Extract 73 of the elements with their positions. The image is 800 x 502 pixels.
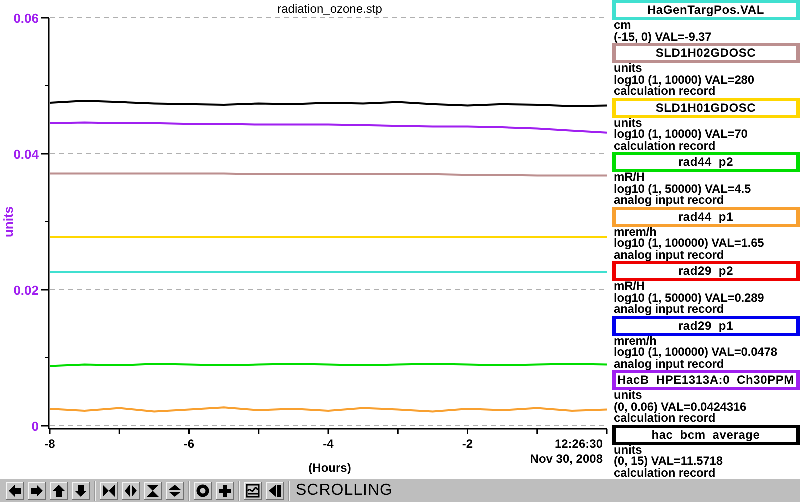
legend-range: log10 (1, 100000) VAL=0.0478 <box>613 347 778 358</box>
legend-units: mrem/h <box>613 336 657 347</box>
circle-button[interactable] <box>194 482 212 500</box>
x-tick-label: -2 <box>462 437 474 451</box>
timestamp-date: Nov 30, 2008 <box>530 452 603 466</box>
vertical-diamond-icon <box>168 484 182 498</box>
legend-range: (-15, 0) VAL=-9.37 <box>613 32 713 43</box>
x-tick-label: -4 <box>323 437 334 451</box>
legend-record-type: calculation record <box>613 413 716 424</box>
status-label: SCROLLING <box>296 482 393 500</box>
y-axis-label: units <box>1 206 16 238</box>
legend-range: log10 (1, 10000) VAL=70 <box>613 129 749 140</box>
legend-units: mrem/h <box>613 226 657 238</box>
legend-record-type: calculation record <box>613 140 717 152</box>
hourglass-icon <box>146 484 160 498</box>
arrow-up-icon <box>52 484 66 498</box>
legend-units: mR/H <box>613 281 646 292</box>
arrow-right-icon <box>30 484 44 498</box>
circle-icon <box>196 484 210 498</box>
legend-range: log10 (1, 50000) VAL=4.5 <box>613 184 752 195</box>
legend-name[interactable]: SLD1H01GDOSC <box>612 98 800 118</box>
legend-units: units <box>613 63 644 74</box>
legend-record-type: analog input record <box>613 250 726 261</box>
legend-name[interactable]: rad29_p1 <box>612 316 800 336</box>
legend-name[interactable]: rad29_p2 <box>612 261 800 281</box>
legend-name[interactable]: rad44_p2 <box>612 152 800 172</box>
y-tick-label: 0.02 <box>14 283 39 298</box>
arrow-up-button[interactable] <box>50 482 68 500</box>
graph-icon <box>246 484 260 498</box>
legend-name[interactable]: hac_bcm_average <box>612 424 800 444</box>
legend-units: cm <box>613 20 632 32</box>
split-diamond-button[interactable] <box>122 482 140 500</box>
legend-record-type: calculation record <box>613 468 717 479</box>
legend-range: (0, 0.06) VAL=0.0424316 <box>613 402 748 413</box>
hourglass-button[interactable] <box>144 482 162 500</box>
arrow-right-button[interactable] <box>28 482 46 500</box>
x-axis-label: (Hours) <box>308 461 352 475</box>
legend-record-type: analog input record <box>613 358 726 370</box>
vertical-diamond-button[interactable] <box>166 482 184 500</box>
legend-range: log10 (1, 10000) VAL=280 <box>613 74 756 86</box>
legend-units: units <box>613 390 644 402</box>
graph-button[interactable] <box>244 482 262 500</box>
timestamp-time: 12:26:30 <box>554 437 603 451</box>
legend-name[interactable]: SLD1H02GDOSC <box>612 43 800 63</box>
legend-range: log10 (1, 50000) VAL=0.289 <box>613 292 766 304</box>
legend-record-type: calculation record <box>613 86 716 98</box>
inward-triangles-icon <box>102 484 116 498</box>
legend-name[interactable]: HaGenTargPos.VAL <box>612 0 800 20</box>
legend-units: units <box>613 118 642 129</box>
chart-title: radiation_ozone.stp <box>278 2 382 16</box>
plus-icon <box>218 484 232 498</box>
arrow-left-button[interactable] <box>6 482 24 500</box>
arrow-down-button[interactable] <box>72 482 90 500</box>
y-tick-label: 0.06 <box>14 11 39 26</box>
y-tick-label: 0.04 <box>14 147 39 162</box>
y-tick-label: 0 <box>32 419 39 434</box>
legend-record-type: analog input record <box>613 195 724 206</box>
legend-record-type: analog input record <box>613 304 724 316</box>
x-tick-label: -8 <box>44 437 56 451</box>
arrow-left-icon <box>8 484 22 498</box>
legend-name[interactable]: rad44_p1 <box>612 206 800 226</box>
jump-to-end-button[interactable] <box>266 482 284 500</box>
jump-to-end-icon <box>268 484 282 498</box>
legend-range: (0, 15) VAL=11.5718 <box>613 456 724 468</box>
legend-range: log10 (1, 100000) VAL=1.65 <box>613 238 766 250</box>
split-diamond-icon <box>124 484 138 498</box>
legend-units: mR/H <box>613 172 646 184</box>
plus-button[interactable] <box>216 482 234 500</box>
inward-triangles-button[interactable] <box>100 482 118 500</box>
legend-name[interactable]: HacB_HPE1313A:0_Ch30PPM <box>612 370 800 390</box>
x-tick-label: -6 <box>184 437 195 451</box>
arrow-down-icon <box>74 484 88 498</box>
legend-units: units <box>613 444 642 456</box>
